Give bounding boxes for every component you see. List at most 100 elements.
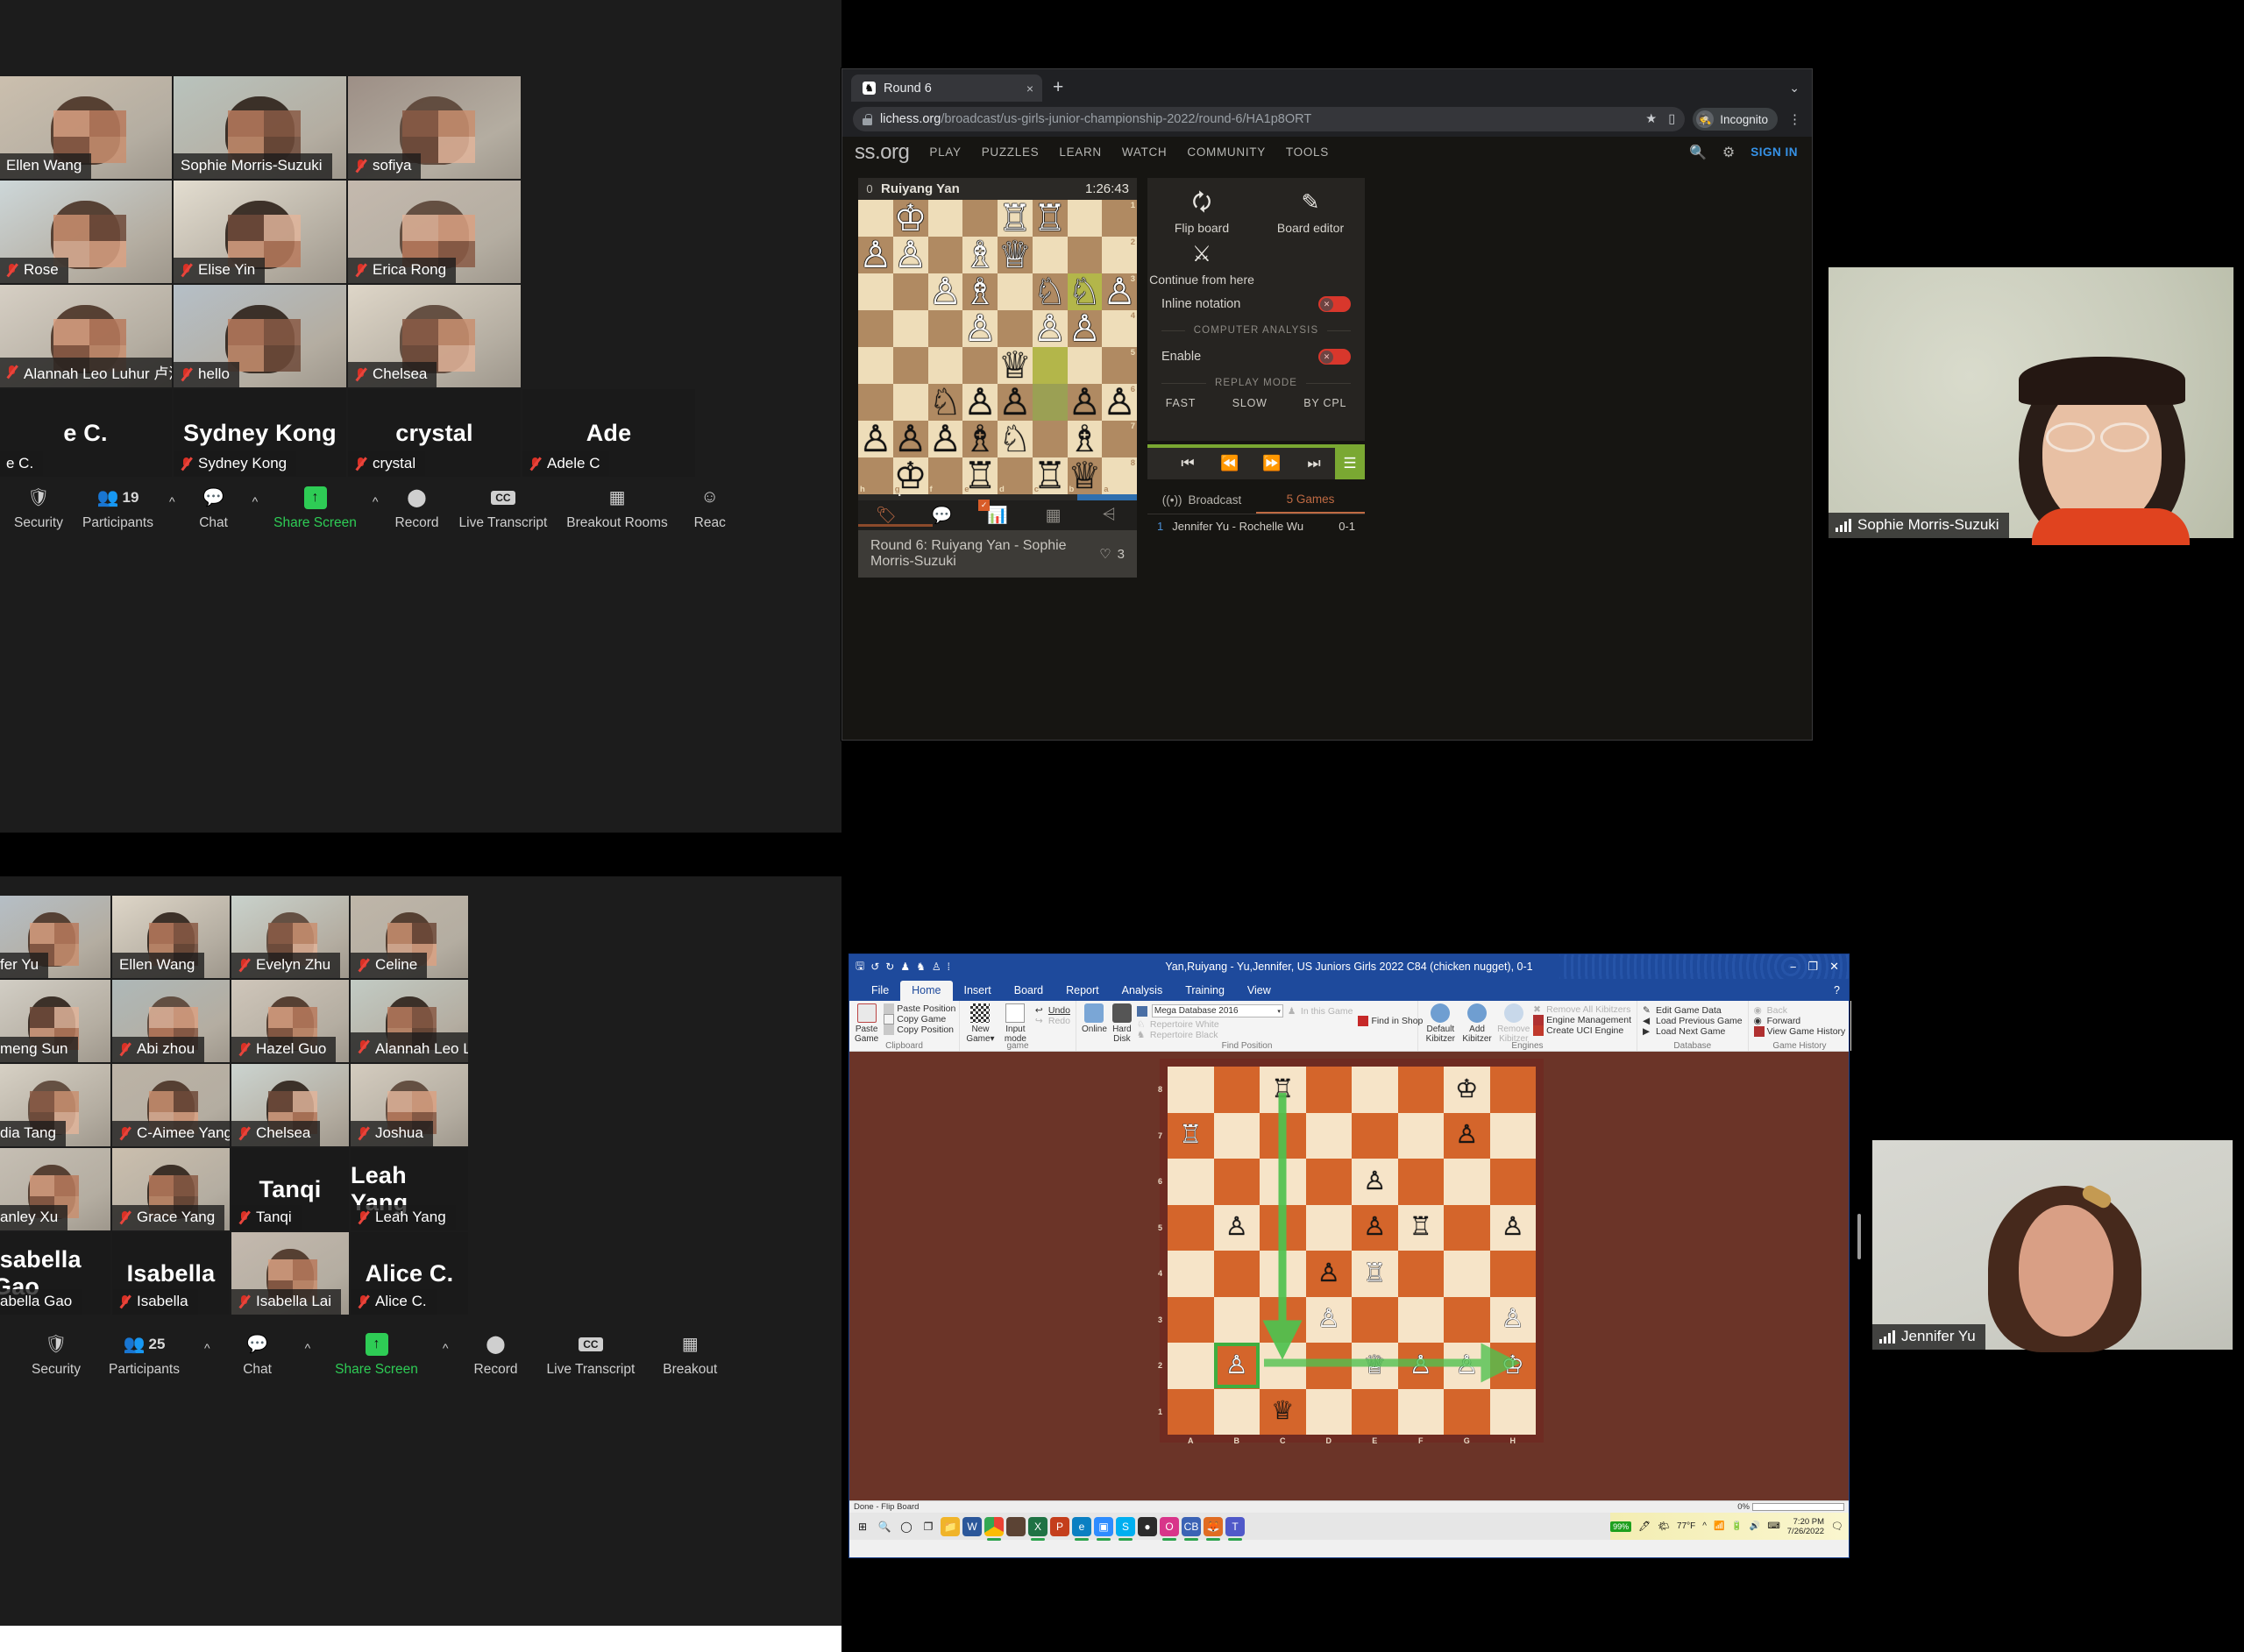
chess-piece[interactable]: ♘: [1033, 273, 1067, 310]
board-square[interactable]: [1490, 1067, 1537, 1113]
bookmark-star-icon[interactable]: ★: [1645, 112, 1657, 126]
chess-piece[interactable]: ♙: [1317, 1261, 1340, 1287]
toolbar-record-button-top[interactable]: ⬤Record: [389, 485, 445, 531]
board-square[interactable]: ♙: [1306, 1251, 1353, 1297]
board-square[interactable]: B: [1214, 1389, 1260, 1436]
online-button[interactable]: Online: [1082, 1003, 1107, 1044]
firefox-icon[interactable]: 🦊: [1204, 1517, 1223, 1536]
windows-icon[interactable]: ⊞: [853, 1517, 872, 1536]
board-square[interactable]: [1306, 1113, 1353, 1159]
close-icon[interactable]: ×: [1026, 82, 1033, 96]
board-square[interactable]: ♙: [1306, 1297, 1353, 1344]
board-square[interactable]: [1260, 1297, 1306, 1344]
board-square[interactable]: ♗: [1068, 421, 1103, 457]
minimize-button[interactable]: −: [1790, 961, 1797, 974]
board-square[interactable]: 7: [1102, 421, 1137, 457]
menu-view[interactable]: View: [1236, 981, 1282, 1001]
chess-piece[interactable]: ♙: [859, 237, 892, 273]
board-square[interactable]: E: [1352, 1389, 1398, 1436]
chessbase-icon[interactable]: CB: [1182, 1517, 1201, 1536]
zt-tile-4[interactable]: Elise Yin: [174, 181, 346, 283]
board-square[interactable]: 1: [1102, 200, 1137, 237]
board-square[interactable]: [893, 273, 928, 310]
board-square[interactable]: [928, 310, 963, 347]
board-square[interactable]: [1033, 347, 1068, 384]
board-square[interactable]: [1444, 1251, 1490, 1297]
board-square[interactable]: [1033, 237, 1068, 273]
menu-analysis[interactable]: Analysis: [1111, 981, 1175, 1001]
chess-piece[interactable]: ♕: [1363, 1353, 1386, 1379]
caret-up-icon[interactable]: ^: [303, 1341, 313, 1367]
board-square[interactable]: [893, 347, 928, 384]
zb-tile-16[interactable]: Isabella Gaoabella Gao: [0, 1232, 110, 1315]
board-square[interactable]: [928, 237, 963, 273]
board-square[interactable]: ♖e: [962, 457, 998, 494]
chess-piece[interactable]: ♔: [1502, 1353, 1524, 1379]
floating-speaker-tile-0[interactable]: Sophie Morris-Suzuki: [1821, 260, 2240, 545]
board-square[interactable]: ♙: [1033, 310, 1068, 347]
board-square[interactable]: [1068, 237, 1103, 273]
split-screen-icon[interactable]: ▯: [1668, 112, 1675, 126]
zb-tile-12[interactable]: anley Xu: [0, 1148, 110, 1230]
board-square[interactable]: ♙: [928, 273, 963, 310]
add-kibitzer-button[interactable]: Add Kibitzer: [1460, 1003, 1495, 1044]
board-square[interactable]: ♙: [1398, 1343, 1445, 1389]
notifications-icon[interactable]: 🗨: [1831, 1521, 1843, 1532]
chat-icon[interactable]: 💬: [914, 505, 970, 526]
table-row[interactable]: 1 Jennifer Yu - Rochelle Wu 0-1: [1147, 514, 1365, 538]
board-square[interactable]: [1260, 1159, 1306, 1205]
zb-tile-9[interactable]: C-Aimee Yang: [112, 1064, 230, 1146]
board-square[interactable]: ♙: [1068, 384, 1103, 421]
sign-in-link[interactable]: SIGN IN: [1750, 145, 1798, 159]
new-game-button[interactable]: New Game▾: [965, 1003, 996, 1044]
board-square[interactable]: 1A: [1168, 1389, 1214, 1436]
zb-tile-10[interactable]: Chelsea: [231, 1064, 349, 1146]
chess-piece[interactable]: ♙: [1363, 1169, 1386, 1195]
ztn-tile-101[interactable]: Sydney KongSydney Kong: [174, 389, 346, 477]
chess-piece[interactable]: ♙: [1502, 1307, 1524, 1332]
board-square[interactable]: ♘: [1033, 273, 1068, 310]
board-square[interactable]: [998, 310, 1033, 347]
zb-tile-14[interactable]: TanqiTanqi: [231, 1148, 349, 1230]
board-square[interactable]: H: [1490, 1389, 1537, 1436]
chess-piece[interactable]: ♖: [1410, 1215, 1432, 1240]
board-square[interactable]: [1490, 1251, 1537, 1297]
chess-piece[interactable]: ♖: [1271, 1077, 1294, 1103]
prev-move-button[interactable]: ⏪: [1209, 455, 1251, 472]
tab-broadcast[interactable]: ((•)) Broadcast: [1147, 485, 1256, 514]
gear-icon[interactable]: ⚙: [1722, 144, 1735, 161]
chess-piece[interactable]: ♙: [1317, 1307, 1340, 1332]
zt-tile-1[interactable]: Sophie Morris-Suzuki: [174, 76, 346, 179]
close-button[interactable]: ✕: [1829, 960, 1839, 974]
chess-piece[interactable]: ♗: [963, 237, 997, 273]
copy-position-button[interactable]: Copy Position: [884, 1025, 955, 1035]
chess-piece[interactable]: ♙: [1363, 1215, 1386, 1240]
zb-tile-11[interactable]: Joshua: [351, 1064, 468, 1146]
board-square[interactable]: ♗: [962, 421, 998, 457]
board-square[interactable]: 8a: [1102, 457, 1137, 494]
floating-speaker-tile-1[interactable]: Jennifer Yu: [1865, 1135, 2238, 1357]
caret-up-icon[interactable]: ^: [202, 1341, 212, 1367]
enable-toggle[interactable]: [1318, 349, 1351, 365]
board-square[interactable]: [858, 200, 893, 237]
replay-bycpl[interactable]: BY CPL: [1303, 397, 1346, 409]
menu-board[interactable]: Board: [1003, 981, 1055, 1001]
opera-icon[interactable]: O: [1160, 1517, 1179, 1536]
chart-icon[interactable]: 📊✓: [969, 505, 1026, 526]
toolbar-security-button-top[interactable]: 🛡Security: [9, 485, 68, 531]
chess-piece[interactable]: ♙: [1455, 1353, 1478, 1379]
toolbar-participants-button-top[interactable]: 👥19Participants: [77, 485, 159, 531]
find-in-shop-button[interactable]: Find in Shop: [1358, 1016, 1423, 1026]
board-square[interactable]: [1033, 384, 1068, 421]
board-square[interactable]: [1214, 1067, 1260, 1113]
board-square[interactable]: [1398, 1113, 1445, 1159]
board-square[interactable]: [998, 273, 1033, 310]
menu-file[interactable]: File: [860, 981, 900, 1001]
nav-puzzles[interactable]: PUZZLES: [982, 145, 1040, 159]
powerpoint-icon[interactable]: P: [1050, 1517, 1069, 1536]
zt-tile-5[interactable]: Erica Rong: [348, 181, 521, 283]
default-kibitzer-button[interactable]: Default Kibitzer: [1424, 1003, 1458, 1044]
board-square[interactable]: [858, 384, 893, 421]
battery-tray-icon[interactable]: 🔋: [1731, 1521, 1742, 1531]
create-uci-engine-button[interactable]: Create UCI Engine: [1533, 1025, 1631, 1036]
